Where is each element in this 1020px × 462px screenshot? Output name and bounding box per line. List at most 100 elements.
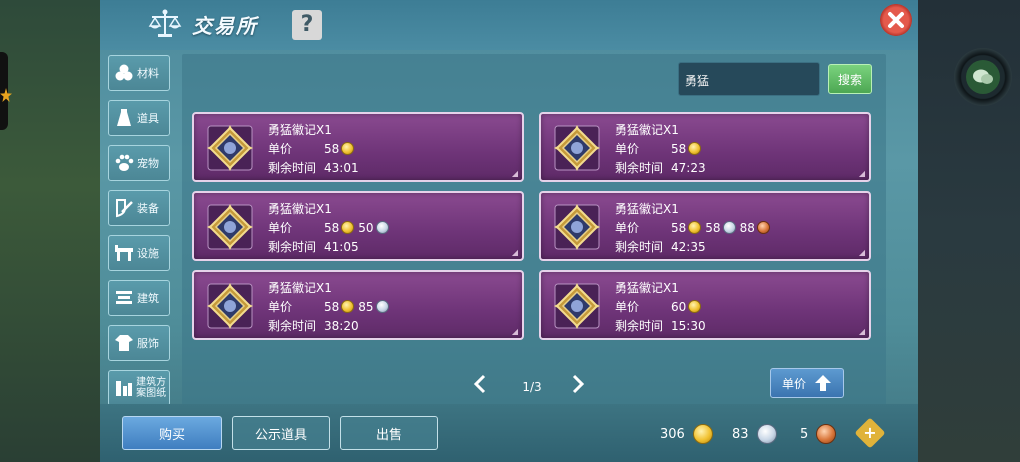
title-bar: 交易所 ?: [100, 0, 918, 50]
corner-mark-icon: ◢: [858, 169, 865, 178]
next-page-button[interactable]: [570, 374, 586, 394]
gold-coin-icon: [688, 142, 702, 155]
price-label: 单价: [615, 221, 640, 235]
time-label: 剩余时间: [268, 319, 317, 333]
badge-icon: [207, 125, 253, 171]
gold-coin-icon: [688, 300, 702, 313]
price-silver: 50: [358, 220, 374, 235]
sidebar-item-blueprint[interactable]: 建筑方案图纸: [108, 370, 170, 406]
chat-icon: [966, 60, 1000, 94]
silver-coin-icon: [375, 221, 389, 234]
silver-coin-icon: [722, 221, 736, 234]
sidebar-item-label: 宠物: [137, 157, 159, 170]
time-row: 剩余时间 15:30: [615, 317, 706, 334]
time-remaining: 15:30: [671, 318, 706, 333]
silver-coin-icon: [756, 424, 777, 444]
chat-button[interactable]: [954, 48, 1012, 106]
help-button[interactable]: ?: [292, 10, 322, 40]
corner-mark-icon: ◢: [511, 248, 518, 257]
sidebar-item-facility[interactable]: 设施: [108, 235, 170, 271]
badge-icon: [554, 204, 600, 250]
silver-coin-icon: [375, 300, 389, 313]
silver-balance: 83: [732, 424, 781, 444]
listing-card[interactable]: 勇猛徽记X1 单价 58 85 剩余时间 38:20 ◢: [192, 270, 524, 340]
listing-card[interactable]: 勇猛徽记X1 单价 58 剩余时间 43:01 ◢: [192, 112, 524, 182]
public-items-button[interactable]: 公示道具: [232, 416, 330, 450]
time-label: 剩余时间: [615, 319, 664, 333]
badge-icon: [207, 283, 253, 329]
gold-coin-icon: [688, 221, 702, 234]
corner-mark-icon: ◢: [511, 327, 518, 336]
close-icon: [888, 12, 904, 28]
search-input[interactable]: 勇猛: [678, 62, 820, 96]
item-name: 勇猛徽记X1: [615, 123, 679, 137]
listing-card[interactable]: 勇猛徽记X1 单价 58 58 88 剩余时间 42:35 ◢: [539, 191, 871, 261]
plus-icon: +: [863, 423, 877, 442]
sidebar-item-item[interactable]: 道具: [108, 100, 170, 136]
sidebar-item-building[interactable]: 建筑: [108, 280, 170, 316]
pet-icon: [111, 150, 137, 176]
listing-card[interactable]: 勇猛徽记X1 单价 58 50 剩余时间 41:05 ◢: [192, 191, 524, 261]
equipment-icon: [111, 195, 137, 221]
price-gold: 58: [671, 141, 687, 156]
silver-amount: 83: [732, 426, 749, 442]
gold-coin-icon: [341, 221, 355, 234]
close-button[interactable]: [880, 4, 912, 36]
time-label: 剩余时间: [615, 240, 664, 254]
time-row: 剩余时间 43:01: [268, 159, 359, 176]
sidebar-item-label: 材料: [137, 67, 159, 80]
sidebar-item-label: 设施: [137, 247, 159, 260]
sidebar-item-label: 建筑方案图纸: [136, 377, 167, 399]
price-row: 单价 58: [615, 140, 705, 157]
facility-icon: [111, 240, 137, 266]
price-copper: 88: [739, 220, 755, 235]
gold-balance: 306: [660, 424, 717, 444]
price-label: 单价: [268, 142, 293, 156]
gold-coin-icon: [692, 424, 713, 444]
buy-button[interactable]: 购买: [122, 416, 222, 450]
listing-card[interactable]: 勇猛徽记X1 单价 60 剩余时间 15:30 ◢: [539, 270, 871, 340]
sidebar-item-clothing[interactable]: 服饰: [108, 325, 170, 361]
sidebar-item-material[interactable]: 材料: [108, 55, 170, 91]
sidebar-item-label: 建筑: [137, 292, 159, 305]
time-row: 剩余时间 47:23: [615, 159, 706, 176]
sidebar-item-pet[interactable]: 宠物: [108, 145, 170, 181]
sell-button[interactable]: 出售: [340, 416, 438, 450]
building-icon: [111, 285, 137, 311]
material-icon: [111, 60, 137, 86]
sidebar-item-equipment[interactable]: 装备: [108, 190, 170, 226]
item-name: 勇猛徽记X1: [615, 202, 679, 216]
copper-coin-icon: [756, 221, 770, 234]
time-remaining: 42:35: [671, 239, 706, 254]
item-name: 勇猛徽记X1: [268, 202, 332, 216]
sidebar-item-label: 道具: [137, 112, 159, 125]
price-gold: 58: [324, 220, 340, 235]
sort-arrow-icon: [815, 375, 831, 391]
price-label: 单价: [268, 221, 293, 235]
time-remaining: 47:23: [671, 160, 706, 175]
badge-icon: [554, 125, 600, 171]
price-label: 单价: [615, 300, 640, 314]
sort-label: 单价: [781, 376, 806, 391]
search-button[interactable]: 搜索: [828, 64, 872, 94]
price-row: 单价 58 58 88: [615, 219, 774, 236]
gold-coin-icon: [341, 142, 355, 155]
sort-by-price-button[interactable]: 单价: [770, 368, 844, 398]
corner-mark-icon: ◢: [858, 327, 865, 336]
time-label: 剩余时间: [268, 240, 317, 254]
clothing-icon: [111, 330, 137, 356]
time-remaining: 41:05: [324, 239, 359, 254]
time-label: 剩余时间: [615, 161, 664, 175]
gold-coin-icon: [341, 300, 355, 313]
price-gold: 58: [671, 220, 687, 235]
trade-panel: 交易所 ? 材料 道具 宠物 装备 设施 建筑 服饰 建筑方案图纸 勇猛 搜索 …: [100, 0, 918, 462]
price-row: 单价 60: [615, 298, 705, 315]
item-icon: [111, 105, 137, 131]
item-name: 勇猛徽记X1: [615, 281, 679, 295]
sidebar-item-label: 装备: [137, 202, 159, 215]
add-currency-button[interactable]: +: [854, 417, 886, 449]
price-gold: 58: [324, 299, 340, 314]
copper-coin-icon: [816, 424, 837, 444]
listing-card[interactable]: 勇猛徽记X1 单价 58 剩余时间 47:23 ◢: [539, 112, 871, 182]
badge-icon: [554, 283, 600, 329]
